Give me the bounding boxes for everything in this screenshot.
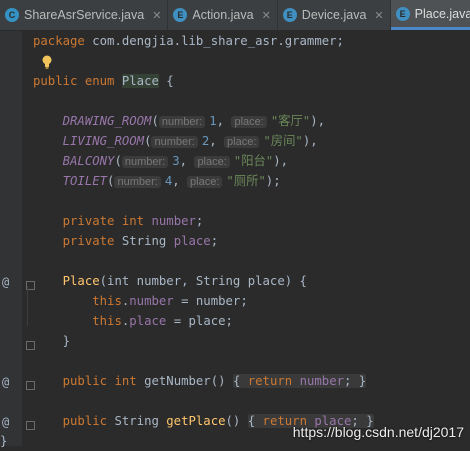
parameter-hint: number: bbox=[114, 176, 161, 188]
enum-name: Place bbox=[121, 74, 159, 88]
string-literal: "阳台" bbox=[233, 154, 274, 168]
parameter-hint: place: bbox=[224, 136, 260, 148]
override-gutter-marker[interactable]: @ bbox=[2, 275, 9, 289]
indent-guide bbox=[27, 286, 28, 326]
code-line-constructor: Place(int number, String place) { bbox=[33, 271, 307, 291]
enum-constant-name: LIVING_ROOM bbox=[62, 134, 145, 148]
tab-device[interactable]: E Device.java ✕ bbox=[278, 0, 391, 30]
number-literal: 4 bbox=[164, 174, 173, 188]
code-line-close-brace: } bbox=[33, 331, 70, 351]
keyword: enum bbox=[84, 74, 115, 88]
keyword: this bbox=[92, 314, 122, 328]
field-name: place bbox=[173, 234, 211, 248]
tab-label: Action.java bbox=[192, 8, 254, 22]
keyword: return bbox=[247, 374, 293, 388]
parens: () bbox=[210, 374, 226, 388]
code-line-enum-constant: DRAWING_ROOM(number: 1, place: "客厅"), bbox=[62, 114, 326, 128]
punctuation: ); bbox=[265, 174, 281, 188]
code-line-field: private int number; bbox=[62, 214, 204, 228]
constructor-params: (int number, String place) { bbox=[99, 274, 307, 288]
tab-action[interactable]: E Action.java ✕ bbox=[168, 0, 278, 30]
string-literal: "客厅" bbox=[270, 114, 311, 128]
close-icon[interactable]: ✕ bbox=[374, 9, 383, 22]
field-name: number bbox=[129, 294, 174, 308]
code-line-field: private String place; bbox=[62, 234, 219, 248]
string-literal: "房间" bbox=[263, 134, 303, 148]
enum-constant-name: TOILET bbox=[62, 174, 108, 188]
number-literal: 3 bbox=[172, 154, 180, 168]
override-gutter-marker[interactable]: @ bbox=[2, 375, 9, 389]
code-line-enum-declaration: public enum Place { bbox=[33, 71, 174, 91]
parens: () bbox=[225, 414, 241, 428]
parameter-hint: place: bbox=[194, 156, 230, 168]
parameter-hint: number: bbox=[151, 136, 198, 148]
assignment-rest: = place; bbox=[166, 314, 233, 328]
code-line-assignment: this.number = number; bbox=[92, 294, 248, 308]
parameter-hint: place: bbox=[231, 116, 267, 128]
parameter-hint: place: bbox=[187, 176, 223, 188]
type-keyword: int bbox=[121, 214, 145, 228]
editor-tab-bar: C ShareAsrService.java ✕ E Action.java ✕… bbox=[0, 0, 470, 31]
brace: } bbox=[62, 334, 71, 348]
class-file-icon: C bbox=[5, 8, 19, 22]
type-name: String bbox=[114, 414, 159, 428]
enum-constant-name: DRAWING_ROOM bbox=[62, 114, 152, 128]
code-line-enum-constant: BALCONY(number: 3, place: "阳台"), bbox=[62, 154, 289, 168]
assignment-rest: = number; bbox=[173, 294, 248, 308]
code-line-enum-constant: LIVING_ROOM(number: 2, place: "房间"), bbox=[62, 134, 318, 148]
keyword: public bbox=[62, 414, 108, 428]
enum-file-icon: E bbox=[395, 6, 410, 21]
brace: { bbox=[166, 74, 174, 88]
keyword: public bbox=[62, 374, 108, 388]
type-keyword: int bbox=[114, 374, 137, 388]
enum-file-icon: E bbox=[282, 8, 297, 22]
punctuation: ), bbox=[310, 114, 326, 128]
close-icon[interactable]: ✕ bbox=[152, 9, 161, 22]
punctuation: ), bbox=[302, 134, 318, 148]
string-literal: "厕所" bbox=[226, 174, 266, 188]
tab-label: Place.java bbox=[414, 6, 470, 21]
code-line-assignment: this.place = place; bbox=[92, 314, 233, 328]
keyword: private bbox=[62, 214, 115, 228]
keyword: this bbox=[92, 294, 122, 308]
field-name: number bbox=[299, 374, 344, 388]
number-literal: 2 bbox=[201, 134, 210, 148]
method-name: getPlace bbox=[166, 414, 226, 428]
parameter-hint: number: bbox=[121, 156, 169, 168]
keyword: private bbox=[62, 234, 115, 248]
field-name: place bbox=[129, 314, 167, 328]
code-line-final-brace: } bbox=[0, 431, 7, 451]
tab-label: ShareAsrService.java bbox=[24, 8, 145, 22]
tab-place[interactable]: E Place.java bbox=[390, 0, 470, 30]
parameter-hint: number: bbox=[158, 116, 206, 128]
folded-body[interactable]: { return number; } bbox=[232, 374, 367, 388]
punctuation: ), bbox=[273, 154, 289, 168]
watermark: https://blog.csdn.net/dj2017 bbox=[292, 424, 464, 440]
tab-shareasrservice[interactable]: C ShareAsrService.java ✕ bbox=[0, 0, 169, 30]
method-name: getNumber bbox=[144, 374, 211, 388]
lightbulb-icon[interactable] bbox=[41, 55, 53, 69]
code-editor[interactable]: package com.dengjia.lib_share_asr.gramme… bbox=[0, 31, 470, 448]
keyword: package bbox=[33, 34, 85, 48]
code-line-package: package com.dengjia.lib_share_asr.gramme… bbox=[33, 34, 344, 48]
editor-gutter: @ @ @ bbox=[0, 31, 22, 446]
tab-label: Device.java bbox=[301, 8, 367, 22]
code-line-getter: public int getNumber() { return number; … bbox=[33, 371, 367, 391]
code-line-enum-constant: TOILET(number: 4, place: "厕所"); bbox=[62, 174, 281, 188]
enum-file-icon: E bbox=[173, 8, 188, 22]
override-gutter-marker[interactable]: @ bbox=[2, 415, 9, 429]
constructor-name: Place bbox=[62, 274, 100, 288]
keyword: public bbox=[33, 74, 78, 88]
number-literal: 1 bbox=[209, 114, 217, 128]
package-name: com.dengjia.lib_share_asr.grammer bbox=[92, 34, 337, 48]
type-name: String bbox=[121, 234, 167, 248]
close-icon[interactable]: ✕ bbox=[262, 9, 271, 22]
field-name: number bbox=[151, 214, 196, 228]
enum-constant-name: BALCONY bbox=[62, 154, 115, 168]
